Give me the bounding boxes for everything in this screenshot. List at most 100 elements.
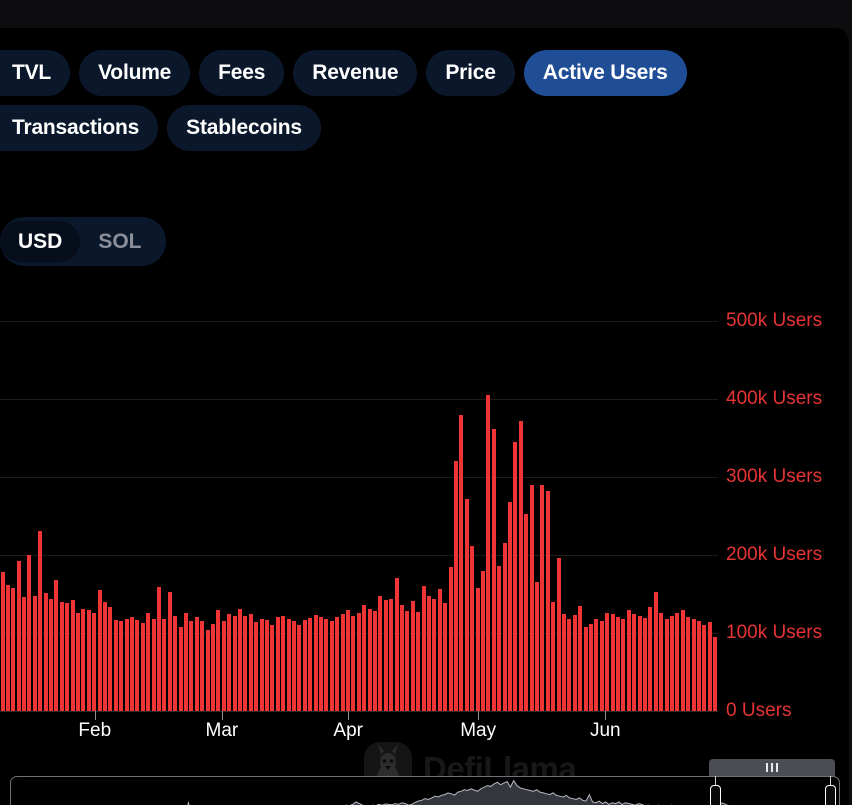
chart-bar[interactable] <box>648 607 653 711</box>
chart-bar[interactable] <box>54 579 59 711</box>
chart-bar[interactable] <box>194 617 199 711</box>
chart-bar[interactable] <box>205 629 210 711</box>
chart-bar[interactable] <box>308 618 313 711</box>
chart-bar[interactable] <box>659 612 664 711</box>
chart-bar[interactable] <box>297 625 302 711</box>
chart-bar[interactable] <box>707 622 712 711</box>
chart-bar[interactable] <box>448 566 453 711</box>
chart-bar[interactable] <box>421 586 426 711</box>
chart-bar[interactable] <box>383 600 388 711</box>
chart-bar[interactable] <box>254 622 259 711</box>
chart-bar[interactable] <box>599 620 604 711</box>
chart-bar[interactable] <box>0 572 5 711</box>
currency-unit-toggle[interactable]: USD SOL <box>0 217 166 266</box>
chart-bar[interactable] <box>594 618 599 711</box>
chart-bar[interactable] <box>588 623 593 711</box>
chart-bar[interactable] <box>49 598 54 711</box>
chart-bar[interactable] <box>113 619 118 711</box>
chart-bar[interactable] <box>65 602 70 711</box>
chart-bar[interactable] <box>518 420 523 711</box>
tab-revenue[interactable]: Revenue <box>293 50 418 96</box>
chart-bar[interactable] <box>686 617 691 711</box>
chart-bar[interactable] <box>167 591 172 711</box>
chart-bar[interactable] <box>610 614 615 711</box>
chart-bar[interactable] <box>615 617 620 711</box>
chart-bar[interactable] <box>97 590 102 711</box>
chart-bar[interactable] <box>319 617 323 711</box>
chart-bar[interactable] <box>157 586 162 711</box>
chart-bar[interactable] <box>410 601 415 711</box>
chart-bar[interactable] <box>265 619 270 711</box>
chart-bar[interactable] <box>281 615 286 711</box>
chart-bar[interactable] <box>221 621 226 711</box>
chart-bar[interactable] <box>292 620 297 711</box>
chart-bar[interactable] <box>119 620 124 711</box>
chart-bar[interactable] <box>108 607 113 711</box>
chart-bar[interactable] <box>513 441 518 711</box>
chart-bar[interactable] <box>621 618 626 711</box>
chart-bar[interactable] <box>302 619 307 711</box>
chart-bar[interactable] <box>43 593 48 711</box>
chart-bar[interactable] <box>59 601 64 711</box>
chart-bar[interactable] <box>5 584 10 711</box>
chart-bar[interactable] <box>27 555 32 711</box>
chart-bar[interactable] <box>556 558 561 711</box>
chart-bar[interactable] <box>432 598 437 711</box>
unit-option-usd[interactable]: USD <box>0 221 81 262</box>
chart-bar[interactable] <box>340 613 345 711</box>
chart-bars[interactable] <box>0 321 718 711</box>
chart-bar[interactable] <box>232 615 237 711</box>
chart-bar[interactable] <box>324 618 329 711</box>
chart-bar[interactable] <box>416 611 421 711</box>
chart-bar[interactable] <box>378 595 383 711</box>
chart-bar[interactable] <box>453 461 458 711</box>
tab-stablecoins[interactable]: Stablecoins <box>167 105 321 151</box>
chart-bar[interactable] <box>270 625 275 711</box>
tab-active-users[interactable]: Active Users <box>523 50 687 96</box>
chart-bar[interactable] <box>669 615 674 711</box>
chart-bar[interactable] <box>11 587 16 711</box>
chart-bar[interactable] <box>491 428 496 711</box>
chart-bar[interactable] <box>184 612 189 711</box>
chart-bar[interactable] <box>92 612 97 711</box>
chart-bar[interactable] <box>713 636 718 711</box>
chart-bar[interactable] <box>275 617 280 711</box>
chart-bar[interactable] <box>567 618 572 711</box>
chart-bar[interactable] <box>605 612 610 711</box>
tab-transactions[interactable]: Transactions <box>0 105 159 151</box>
chart-bar[interactable] <box>664 618 669 711</box>
chart-bar[interactable] <box>426 595 431 711</box>
chart-bar[interactable] <box>389 598 394 711</box>
brush-handle-left[interactable] <box>709 785 721 805</box>
chart-bar[interactable] <box>680 609 685 711</box>
chart-bar[interactable] <box>583 626 588 711</box>
chart-bar[interactable] <box>32 595 37 711</box>
chart-bar[interactable] <box>437 589 442 711</box>
chart-bar[interactable] <box>540 484 545 711</box>
chart-bar[interactable] <box>16 561 21 711</box>
chart-bar[interactable] <box>259 618 264 711</box>
chart-bar[interactable] <box>227 613 232 711</box>
chart-bar[interactable] <box>211 623 216 711</box>
chart-bar[interactable] <box>497 565 502 711</box>
chart-bar[interactable] <box>329 620 334 711</box>
chart-bar[interactable] <box>551 601 556 711</box>
brush-drag-grip[interactable] <box>708 759 835 776</box>
chart-bar[interactable] <box>399 604 404 711</box>
chart-bar[interactable] <box>405 611 410 711</box>
chart-bar[interactable] <box>248 614 253 711</box>
time-range-brush[interactable] <box>10 776 840 805</box>
chart-bar[interactable] <box>81 608 86 711</box>
chart-bar[interactable] <box>524 513 529 711</box>
chart-bar[interactable] <box>140 622 145 711</box>
chart-bar[interactable] <box>394 578 399 711</box>
chart-bar[interactable] <box>572 615 577 711</box>
chart-bar[interactable] <box>356 612 361 711</box>
chart-bar[interactable] <box>507 501 512 711</box>
chart-bar[interactable] <box>151 618 156 711</box>
chart-bar[interactable] <box>243 615 248 711</box>
chart-bar[interactable] <box>22 597 27 711</box>
chart-bar[interactable] <box>696 620 701 711</box>
chart-bar[interactable] <box>103 601 108 711</box>
chart-bar[interactable] <box>534 582 539 711</box>
